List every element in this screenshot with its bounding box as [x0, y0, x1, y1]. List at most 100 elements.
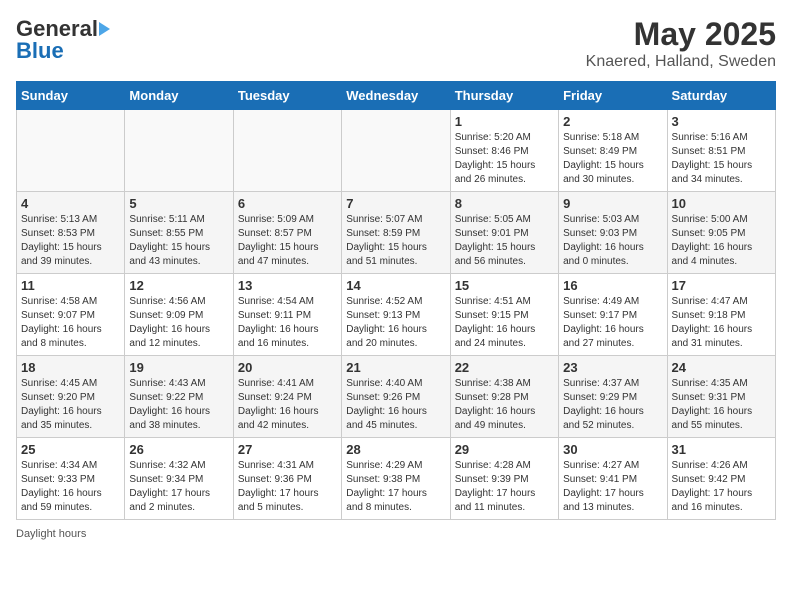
day-info: Sunrise: 4:58 AM Sunset: 9:07 PM Dayligh… — [21, 295, 120, 351]
header-monday: Monday — [125, 82, 233, 110]
daylight-hours-label: Daylight hours — [16, 528, 86, 540]
calendar-cell: 18 Sunrise: 4:45 AM Sunset: 9:20 PM Dayli… — [17, 356, 125, 438]
logo: General Blue — [16, 16, 112, 64]
calendar-cell: 20 Sunrise: 4:41 AM Sunset: 9:24 PM Dayli… — [233, 356, 341, 438]
calendar-cell: 10Sunrise: 5:00 AM Sunset: 9:05 PM Dayli… — [667, 192, 775, 274]
calendar-cell: 26 Sunrise: 4:32 AM Sunset: 9:34 PM Dayli… — [125, 438, 233, 520]
calendar-table: Sunday Monday Tuesday Wednesday Thursday… — [16, 81, 776, 520]
calendar-cell: 24 Sunrise: 4:35 AM Sunset: 9:31 PM Dayli… — [667, 356, 775, 438]
calendar-cell: 1 Sunrise: 5:20 AM Sunset: 8:46 PM Daylig… — [450, 110, 558, 192]
calendar-header-row: Sunday Monday Tuesday Wednesday Thursday… — [17, 82, 776, 110]
day-number: 29 — [455, 442, 554, 457]
day-number: 25 — [21, 442, 120, 457]
day-info: Sunrise: 4:27 AM Sunset: 9:41 PM Dayligh… — [563, 459, 662, 515]
day-info: Sunrise: 4:51 AM Sunset: 9:15 PM Dayligh… — [455, 295, 554, 351]
calendar-cell: 14Sunrise: 4:52 AM Sunset: 9:13 PM Dayli… — [342, 274, 450, 356]
day-info: Sunrise: 4:37 AM Sunset: 9:29 PM Dayligh… — [563, 377, 662, 433]
calendar-cell: 4Sunrise: 5:13 AM Sunset: 8:53 PM Daylig… — [17, 192, 125, 274]
calendar-cell: 21 Sunrise: 4:40 AM Sunset: 9:26 PM Dayli… — [342, 356, 450, 438]
day-number: 18 — [21, 360, 120, 375]
day-info: Sunrise: 5:11 AM Sunset: 8:55 PM Dayligh… — [129, 213, 228, 269]
logo-arrow-icon — [99, 22, 110, 36]
day-number: 3 — [672, 114, 771, 129]
day-number: 20 — [238, 360, 337, 375]
calendar-cell: 17 Sunrise: 4:47 AM Sunset: 9:18 PM Dayli… — [667, 274, 775, 356]
calendar-cell: 3 Sunrise: 5:16 AM Sunset: 8:51 PM Daylig… — [667, 110, 775, 192]
day-info: Sunrise: 4:56 AM Sunset: 9:09 PM Dayligh… — [129, 295, 228, 351]
day-info: Sunrise: 5:16 AM Sunset: 8:51 PM Dayligh… — [672, 131, 771, 187]
day-info: Sunrise: 4:35 AM Sunset: 9:31 PM Dayligh… — [672, 377, 771, 433]
calendar-cell: 16 Sunrise: 4:49 AM Sunset: 9:17 PM Dayli… — [559, 274, 667, 356]
day-number: 26 — [129, 442, 228, 457]
day-number: 11 — [21, 278, 120, 293]
calendar-cell — [342, 110, 450, 192]
calendar-cell — [233, 110, 341, 192]
calendar-cell: 30 Sunrise: 4:27 AM Sunset: 9:41 PM Dayli… — [559, 438, 667, 520]
logo-blue-text: Blue — [16, 38, 64, 64]
calendar-cell — [125, 110, 233, 192]
day-number: 17 — [672, 278, 771, 293]
day-number: 19 — [129, 360, 228, 375]
calendar-cell: 31 Sunrise: 4:26 AM Sunset: 9:42 PM Dayli… — [667, 438, 775, 520]
day-info: Sunrise: 5:09 AM Sunset: 8:57 PM Dayligh… — [238, 213, 337, 269]
day-info: Sunrise: 4:38 AM Sunset: 9:28 PM Dayligh… — [455, 377, 554, 433]
calendar-cell: 5 Sunrise: 5:11 AM Sunset: 8:55 PM Daylig… — [125, 192, 233, 274]
day-info: Sunrise: 5:07 AM Sunset: 8:59 PM Dayligh… — [346, 213, 445, 269]
day-info: Sunrise: 4:43 AM Sunset: 9:22 PM Dayligh… — [129, 377, 228, 433]
day-number: 30 — [563, 442, 662, 457]
header-saturday: Saturday — [667, 82, 775, 110]
calendar-cell: 19 Sunrise: 4:43 AM Sunset: 9:22 PM Dayli… — [125, 356, 233, 438]
day-info: Sunrise: 5:03 AM Sunset: 9:03 PM Dayligh… — [563, 213, 662, 269]
calendar-cell: 27 Sunrise: 4:31 AM Sunset: 9:36 PM Dayli… — [233, 438, 341, 520]
day-info: Sunrise: 4:26 AM Sunset: 9:42 PM Dayligh… — [672, 459, 771, 515]
day-number: 1 — [455, 114, 554, 129]
day-info: Sunrise: 4:34 AM Sunset: 9:33 PM Dayligh… — [21, 459, 120, 515]
day-number: 24 — [672, 360, 771, 375]
day-number: 6 — [238, 196, 337, 211]
calendar-cell: 13Sunrise: 4:54 AM Sunset: 9:11 PM Dayli… — [233, 274, 341, 356]
day-info: Sunrise: 5:18 AM Sunset: 8:49 PM Dayligh… — [563, 131, 662, 187]
calendar-cell: 2Sunrise: 5:18 AM Sunset: 8:49 PM Daylig… — [559, 110, 667, 192]
day-number: 21 — [346, 360, 445, 375]
day-info: Sunrise: 4:29 AM Sunset: 9:38 PM Dayligh… — [346, 459, 445, 515]
day-info: Sunrise: 4:41 AM Sunset: 9:24 PM Dayligh… — [238, 377, 337, 433]
page-header: General Blue May 2025 Knaered, Halland, … — [16, 16, 776, 71]
calendar-week-2: 4Sunrise: 5:13 AM Sunset: 8:53 PM Daylig… — [17, 192, 776, 274]
day-info: Sunrise: 4:32 AM Sunset: 9:34 PM Dayligh… — [129, 459, 228, 515]
day-number: 27 — [238, 442, 337, 457]
day-number: 5 — [129, 196, 228, 211]
calendar-cell — [17, 110, 125, 192]
day-number: 13 — [238, 278, 337, 293]
calendar-cell: 28Sunrise: 4:29 AM Sunset: 9:38 PM Dayli… — [342, 438, 450, 520]
calendar-week-3: 11 Sunrise: 4:58 AM Sunset: 9:07 PM Dayli… — [17, 274, 776, 356]
day-info: Sunrise: 5:05 AM Sunset: 9:01 PM Dayligh… — [455, 213, 554, 269]
day-info: Sunrise: 4:45 AM Sunset: 9:20 PM Dayligh… — [21, 377, 120, 433]
footer: Daylight hours — [16, 528, 776, 540]
header-thursday: Thursday — [450, 82, 558, 110]
day-number: 16 — [563, 278, 662, 293]
day-number: 8 — [455, 196, 554, 211]
day-info: Sunrise: 4:52 AM Sunset: 9:13 PM Dayligh… — [346, 295, 445, 351]
calendar-cell: 23Sunrise: 4:37 AM Sunset: 9:29 PM Dayli… — [559, 356, 667, 438]
day-info: Sunrise: 4:40 AM Sunset: 9:26 PM Dayligh… — [346, 377, 445, 433]
calendar-title: May 2025 — [586, 16, 776, 53]
day-number: 4 — [21, 196, 120, 211]
day-number: 31 — [672, 442, 771, 457]
day-info: Sunrise: 5:20 AM Sunset: 8:46 PM Dayligh… — [455, 131, 554, 187]
title-block: May 2025 Knaered, Halland, Sweden — [586, 16, 776, 71]
calendar-week-1: 1 Sunrise: 5:20 AM Sunset: 8:46 PM Daylig… — [17, 110, 776, 192]
calendar-cell: 6 Sunrise: 5:09 AM Sunset: 8:57 PM Daylig… — [233, 192, 341, 274]
day-info: Sunrise: 4:49 AM Sunset: 9:17 PM Dayligh… — [563, 295, 662, 351]
day-info: Sunrise: 4:47 AM Sunset: 9:18 PM Dayligh… — [672, 295, 771, 351]
calendar-week-4: 18 Sunrise: 4:45 AM Sunset: 9:20 PM Dayli… — [17, 356, 776, 438]
day-info: Sunrise: 5:00 AM Sunset: 9:05 PM Dayligh… — [672, 213, 771, 269]
header-friday: Friday — [559, 82, 667, 110]
header-sunday: Sunday — [17, 82, 125, 110]
calendar-week-5: 25 Sunrise: 4:34 AM Sunset: 9:33 PM Dayli… — [17, 438, 776, 520]
header-wednesday: Wednesday — [342, 82, 450, 110]
calendar-cell: 11 Sunrise: 4:58 AM Sunset: 9:07 PM Dayli… — [17, 274, 125, 356]
day-number: 9 — [563, 196, 662, 211]
day-number: 7 — [346, 196, 445, 211]
day-info: Sunrise: 4:31 AM Sunset: 9:36 PM Dayligh… — [238, 459, 337, 515]
calendar-subtitle: Knaered, Halland, Sweden — [586, 53, 776, 71]
